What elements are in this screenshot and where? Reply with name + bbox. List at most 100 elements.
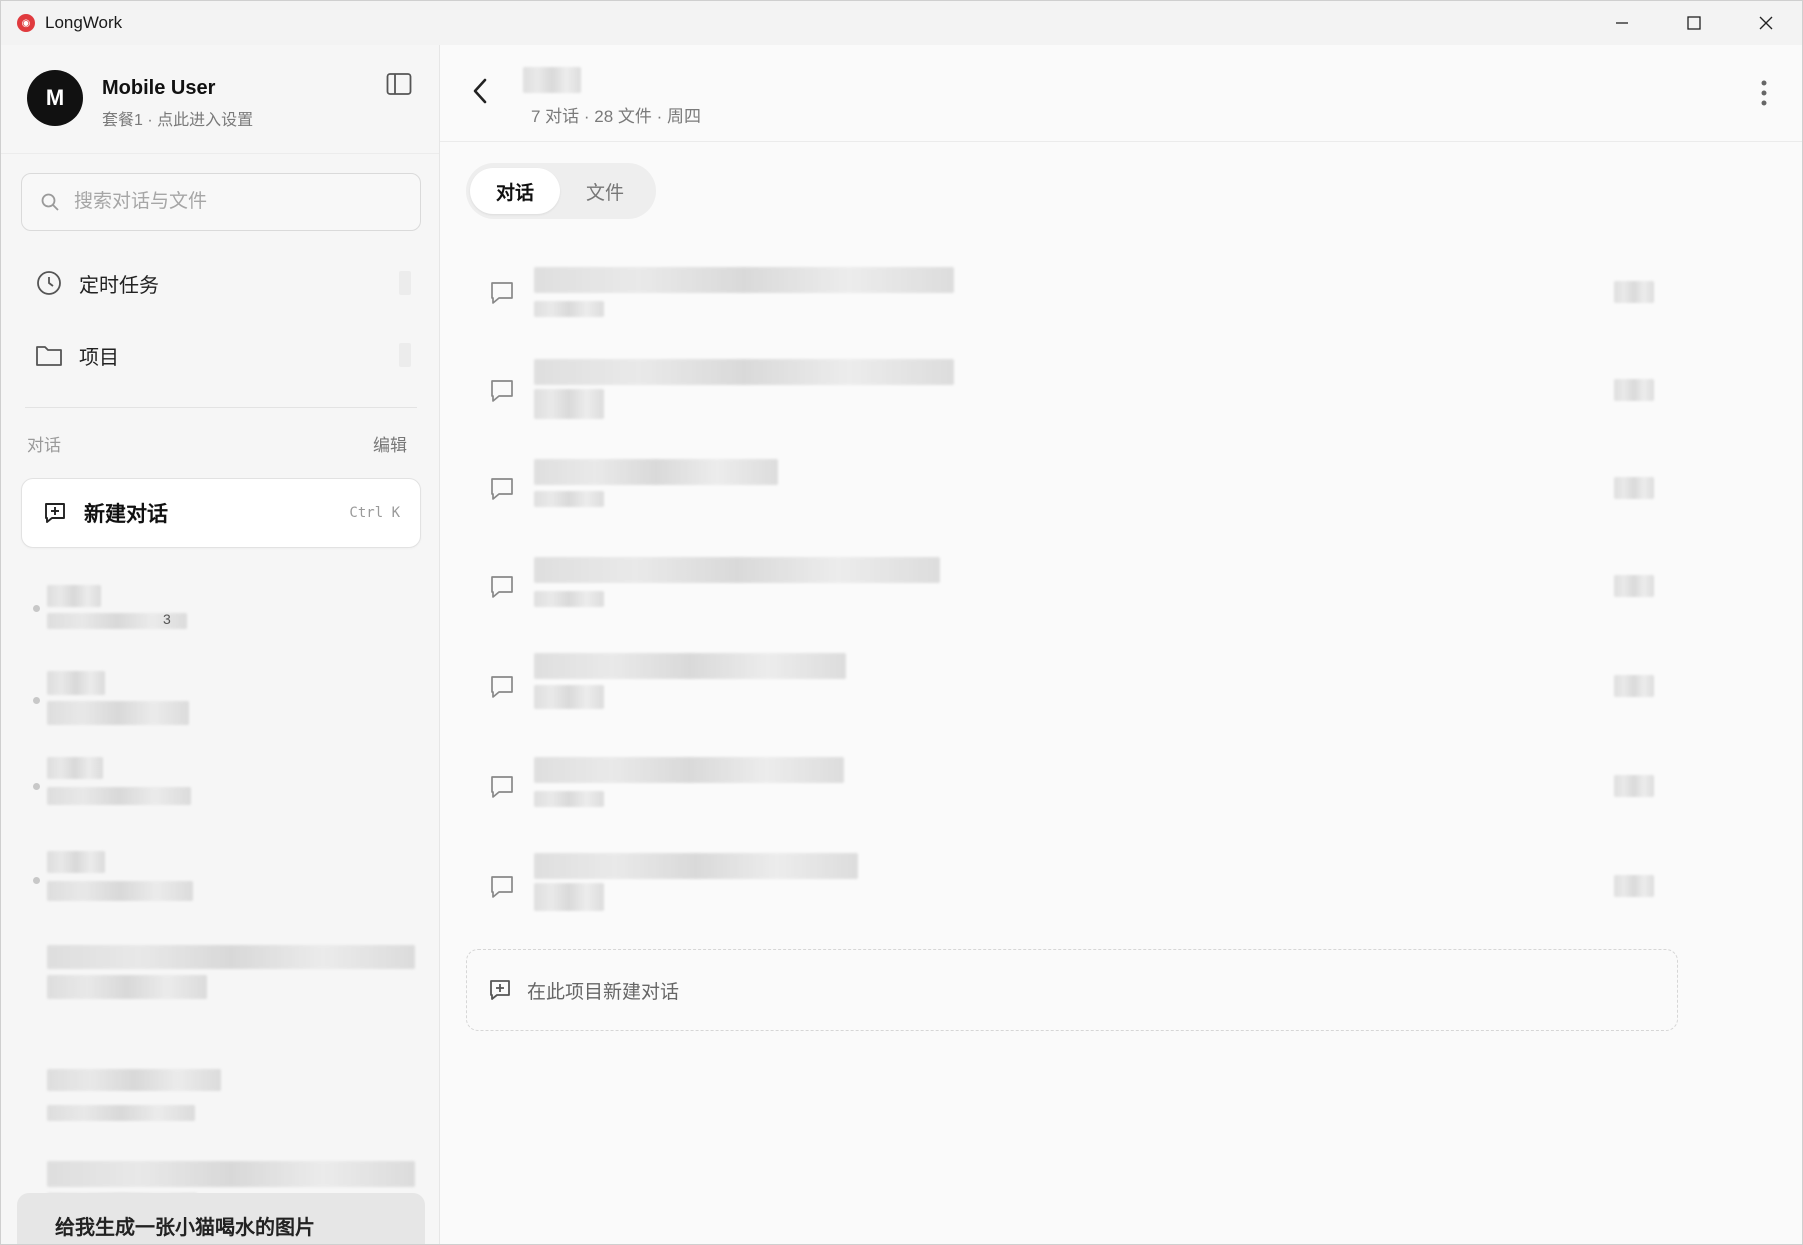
list-item[interactable]: 3	[21, 579, 421, 649]
redacted-title	[523, 67, 581, 93]
profile-card[interactable]: M Mobile User 套餐1 · 点此进入设置	[27, 70, 417, 130]
redacted-preview	[534, 883, 604, 911]
profile-subtitle[interactable]: 套餐1 · 点此进入设置	[102, 106, 253, 130]
chat-bubble-icon	[488, 475, 516, 503]
redacted-title	[47, 1161, 415, 1187]
conversation-row[interactable]	[466, 745, 1696, 841]
chat-bubble-icon	[488, 573, 516, 601]
chevron-left-icon	[473, 78, 487, 104]
sidebar-toggle-button[interactable]	[385, 70, 413, 98]
redacted-preview	[47, 881, 193, 901]
search-input[interactable]	[72, 190, 396, 214]
redacted-preview	[534, 685, 604, 709]
search-box[interactable]	[21, 173, 421, 231]
count-badge	[399, 271, 411, 295]
folder-icon	[35, 341, 63, 369]
redacted-date	[1614, 675, 1654, 697]
redacted-title	[534, 459, 778, 485]
redacted-preview	[47, 787, 191, 805]
sidebar-item-label: 定时任务	[79, 274, 159, 297]
status-dot	[33, 877, 40, 884]
conversations-section-label: 对话	[27, 436, 61, 455]
sidebar: M Mobile User 套餐1 · 点此进入设置 定时任务 项	[1, 45, 440, 1244]
chat-bubble-icon	[488, 673, 516, 701]
minimize-icon	[1616, 22, 1628, 24]
list-item[interactable]	[21, 757, 421, 827]
chat-bubble-icon	[488, 377, 516, 405]
sidebar-item-scheduled-tasks[interactable]: 定时任务	[21, 255, 421, 311]
redacted-title	[47, 757, 103, 779]
redacted-title	[47, 851, 105, 873]
redacted-title	[47, 671, 105, 695]
profile-name: Mobile User	[102, 77, 216, 99]
count-badge	[399, 343, 411, 367]
maximize-button[interactable]	[1658, 1, 1730, 45]
avatar[interactable]: M	[27, 70, 83, 126]
more-vertical-icon	[1761, 80, 1767, 106]
redacted-title	[534, 853, 858, 879]
redacted-date	[1614, 477, 1654, 499]
redacted-date	[1614, 281, 1654, 303]
new-chat-icon	[42, 500, 68, 526]
chat-bubble-icon	[488, 873, 516, 901]
tab-conversations[interactable]: 对话	[470, 168, 560, 214]
title-bar: ◉ LongWork	[1, 1, 1802, 45]
redacted-title	[47, 945, 415, 969]
app-window: ◉ LongWork M Mobile User 套餐1 · 点此进入设置 搜索…	[0, 0, 1803, 1245]
new-chat-icon	[487, 977, 513, 1003]
redacted-date	[1614, 575, 1654, 597]
sidebar-panel-icon	[386, 73, 412, 95]
list-item[interactable]	[21, 671, 421, 741]
redacted-preview	[534, 389, 604, 419]
edit-button[interactable]: 编辑	[373, 431, 407, 456]
divider	[1, 153, 439, 154]
new-chat-in-project-button[interactable]: 在此项目新建对话	[466, 949, 1678, 1031]
project-stats: 7 对话 · 28 文件 · 周四	[531, 107, 702, 126]
redacted-preview	[534, 791, 604, 807]
new-chat-in-project-label: 在此项目新建对话	[527, 981, 680, 1003]
conversation-row[interactable]	[466, 251, 1696, 347]
conversation-row[interactable]	[466, 545, 1696, 641]
conversation-row[interactable]	[466, 845, 1696, 941]
view-tabs: 对话 文件	[466, 163, 656, 219]
status-dot	[33, 783, 40, 790]
app-logo-icon: ◉	[17, 14, 35, 32]
window-controls	[1586, 1, 1802, 45]
main-panel: 7 对话 · 28 文件 · 周四 对话 文件 在此项目新建对话	[440, 45, 1802, 1244]
back-button[interactable]	[464, 73, 496, 109]
sidebar-item-label: 项目	[79, 346, 119, 369]
new-chat-label: 新建对话	[84, 503, 168, 526]
list-item[interactable]	[21, 1069, 421, 1139]
status-dot	[33, 605, 40, 612]
minimize-button[interactable]	[1586, 1, 1658, 45]
tab-files[interactable]: 文件	[560, 168, 650, 214]
chat-bubble-icon	[488, 773, 516, 801]
redacted-title	[534, 653, 846, 679]
conversation-row[interactable]	[466, 645, 1696, 741]
sidebar-item-projects[interactable]: 项目	[21, 327, 421, 383]
recent-prompt-card[interactable]: 给我生成一张小猫喝水的图片	[17, 1193, 425, 1244]
shortcut-hint: Ctrl K	[349, 505, 400, 521]
list-item[interactable]	[21, 945, 421, 1015]
redacted-title	[534, 359, 954, 385]
redacted-date	[1614, 775, 1654, 797]
new-chat-button[interactable]: 新建对话 Ctrl K	[21, 478, 421, 548]
redacted-date	[1614, 875, 1654, 897]
redacted-title	[534, 757, 844, 783]
close-icon	[1759, 16, 1773, 30]
list-item[interactable]	[21, 851, 421, 921]
redacted-preview	[534, 301, 604, 317]
conversation-row[interactable]	[466, 349, 1696, 445]
close-button[interactable]	[1730, 1, 1802, 45]
redacted-date	[1614, 379, 1654, 401]
project-title-redacted	[523, 67, 581, 93]
list-item-suffix: 3	[163, 611, 171, 627]
project-header: 7 对话 · 28 文件 · 周四	[440, 45, 1802, 142]
redacted-title	[534, 557, 940, 583]
app-title: LongWork	[45, 13, 123, 32]
conversation-row[interactable]	[466, 447, 1696, 543]
redacted-title	[47, 1069, 221, 1091]
chat-bubble-icon	[488, 279, 516, 307]
redacted-title	[47, 585, 101, 607]
more-options-button[interactable]	[1754, 77, 1774, 109]
